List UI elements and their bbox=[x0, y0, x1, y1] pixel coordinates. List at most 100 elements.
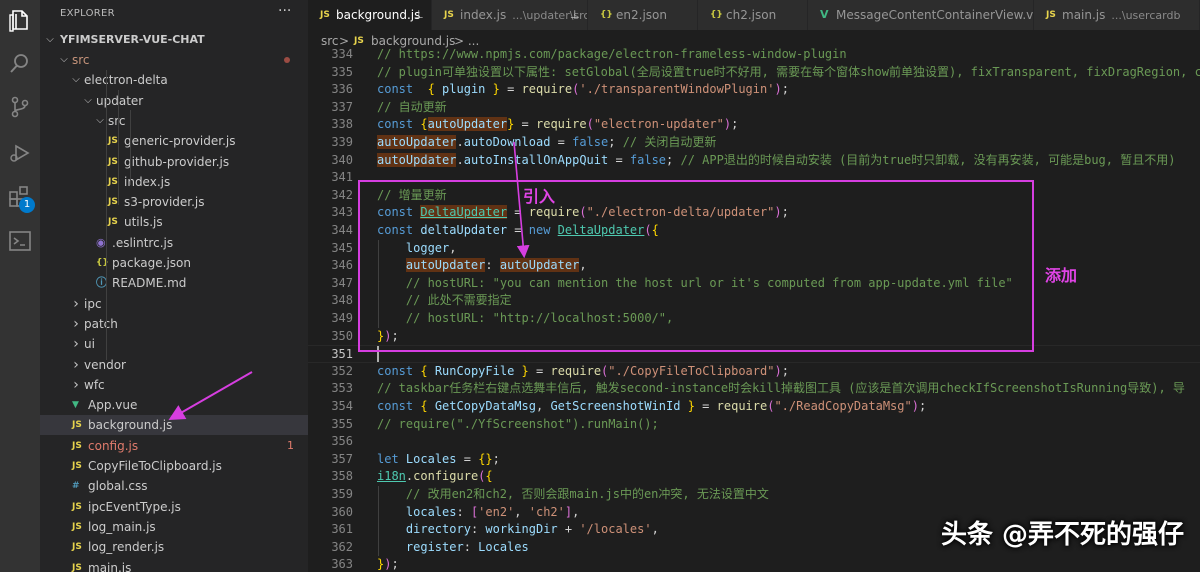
file-item[interactable]: JS background.js bbox=[40, 415, 308, 436]
code-line[interactable]: 334 // https://www.npmjs.com/package/elec… bbox=[308, 46, 1200, 64]
code-line[interactable]: 356 bbox=[308, 433, 1200, 451]
file-item[interactable]: ▼ App.vue bbox=[40, 395, 308, 415]
editor-tab[interactable]: JS main.js ...\usercardb bbox=[1034, 0, 1200, 30]
code-token: ; bbox=[781, 363, 789, 378]
code-line[interactable]: 352 const { RunCopyFile } = require("./Co… bbox=[308, 363, 1200, 381]
file-item[interactable]: JS CopyFileToClipboard.js bbox=[40, 456, 308, 476]
file-item[interactable]: JS generic-provider.js bbox=[40, 131, 308, 151]
file-item[interactable]: {} package.json bbox=[40, 253, 308, 273]
workspace-root[interactable]: ⌵ YFIMSERVER-VUE-CHAT bbox=[40, 30, 308, 50]
code-token: { bbox=[420, 117, 428, 132]
code-token: : bbox=[463, 539, 479, 554]
code-token: require bbox=[536, 117, 587, 132]
code-line[interactable]: 338 const {autoUpdater} = require("electr… bbox=[308, 116, 1200, 134]
code-line[interactable]: 336 const { plugin } = require('./transpa… bbox=[308, 81, 1200, 99]
line-number: 343 bbox=[331, 205, 353, 220]
code-token: , bbox=[651, 522, 659, 537]
folder-item[interactable]: › wfc bbox=[40, 375, 308, 395]
folder-label: updater bbox=[96, 93, 144, 108]
js-file-icon: JS bbox=[1046, 10, 1056, 20]
file-item[interactable]: JS ipcEventType.js bbox=[40, 497, 308, 517]
file-item[interactable]: JS main.js bbox=[40, 558, 308, 572]
code-line[interactable]: 354 const { GetCopyDataMsg, GetScreenshot… bbox=[308, 398, 1200, 416]
search-icon[interactable] bbox=[7, 51, 33, 77]
code-line[interactable]: 335 // plugin可单独设置以下属性: setGlobal(全局设置tru… bbox=[308, 64, 1200, 82]
code-token: // APP退出的时候自动安装 (目前为true时只卸载, 没有再安装, 可能是… bbox=[680, 152, 1176, 167]
files-icon[interactable] bbox=[7, 8, 33, 34]
code-line[interactable]: 337 // 自动更新 bbox=[308, 99, 1200, 117]
folder-item[interactable]: ⌵ updater bbox=[40, 91, 308, 111]
js-file-icon: JS bbox=[320, 10, 330, 20]
line-number: 339 bbox=[331, 135, 353, 149]
code-line[interactable]: 357 let Locales = {}; bbox=[308, 451, 1200, 469]
vue-file-icon: ▼ bbox=[72, 400, 79, 411]
editor-tab[interactable]: {} en2.json bbox=[588, 0, 698, 30]
folder-item[interactable]: › patch bbox=[40, 314, 308, 334]
run-debug-icon[interactable] bbox=[7, 140, 33, 166]
file-item[interactable]: JS s3-provider.js bbox=[40, 192, 308, 212]
line-number: 348 bbox=[331, 293, 353, 308]
tab-label: MessageContentContainerView.vue bbox=[836, 0, 1034, 30]
editor-tab[interactable]: {} ch2.json bbox=[698, 0, 808, 30]
file-item[interactable]: JS log_main.js bbox=[40, 517, 308, 537]
line-number: 356 bbox=[331, 434, 353, 449]
code-line[interactable]: 359 // 改用en2和ch2, 否则会跟main.js中的en冲突, 无法设… bbox=[308, 486, 1200, 504]
problem-count: 1 bbox=[287, 438, 294, 452]
more-actions-button[interactable]: ··· bbox=[278, 3, 291, 19]
source-control-icon[interactable] bbox=[7, 94, 33, 120]
code-line[interactable]: 355 // require("./YfScreenshot").runMain(… bbox=[308, 416, 1200, 434]
code-line[interactable]: 353 // taskbar任务栏右键点选舞丰信后, 触发second-insta… bbox=[308, 380, 1200, 398]
chevron-down-icon: ⌵ bbox=[46, 34, 54, 45]
tab-filename: MessageContentContainerView.vue bbox=[836, 8, 1034, 22]
folder-item[interactable]: ⌵ src bbox=[40, 50, 308, 70]
folder-item[interactable]: › ui bbox=[40, 334, 308, 354]
folder-item[interactable]: ⌵ src bbox=[40, 111, 308, 131]
file-label: generic-provider.js bbox=[124, 134, 236, 149]
code-text: // https://www.npmjs.com/package/electro… bbox=[377, 46, 847, 64]
code-text: const { RunCopyFile } = require("./CopyF… bbox=[377, 363, 789, 381]
file-item[interactable]: JS config.js 1 bbox=[40, 436, 308, 456]
editor-tab[interactable]: JS background.js ⊥ bbox=[308, 0, 432, 30]
code-line[interactable]: 339 autoUpdater.autoDownload = false; // … bbox=[308, 134, 1200, 152]
file-item[interactable]: JS index.js bbox=[40, 172, 308, 192]
file-item[interactable]: ◉ .eslintrc.js bbox=[40, 233, 308, 253]
file-label: log_main.js bbox=[88, 519, 156, 534]
editor-tab[interactable]: JS index.js ...\updater\src ⊥ bbox=[432, 0, 588, 30]
folder-item[interactable]: › vendor bbox=[40, 355, 308, 375]
file-item[interactable]: JS utils.js bbox=[40, 212, 308, 232]
add-annotation-label: 添加 bbox=[1045, 266, 1078, 285]
remote-explorer-icon[interactable] bbox=[7, 228, 33, 254]
tab-filename: background.js bbox=[336, 8, 421, 22]
folder-label: src bbox=[108, 113, 126, 128]
file-item[interactable]: JS github-provider.js bbox=[40, 152, 308, 172]
code-token: : bbox=[470, 522, 486, 537]
code-line[interactable]: 340 autoUpdater.autoInstallOnAppQuit = fa… bbox=[308, 152, 1200, 170]
file-item[interactable]: ⓘ README.md bbox=[40, 273, 308, 293]
css-file-icon: # bbox=[72, 481, 80, 492]
pin-icon[interactable]: ⊥ bbox=[414, 0, 424, 30]
code-line[interactable]: 363}); bbox=[308, 556, 1200, 572]
line-number: 354 bbox=[331, 399, 353, 413]
pin-icon[interactable]: ⊥ bbox=[570, 0, 580, 30]
editor-tab[interactable]: V MessageContentContainerView.vue bbox=[808, 0, 1034, 30]
chevron-right-icon: › bbox=[73, 295, 79, 312]
file-item[interactable]: JS log_render.js bbox=[40, 537, 308, 557]
code-text: let Locales = {}; bbox=[377, 451, 500, 469]
code-token: // require("./YfScreenshot").runMain(); bbox=[377, 416, 659, 431]
tab-label: background.js bbox=[336, 0, 420, 30]
line-number: 351 bbox=[331, 347, 353, 362]
folder-item[interactable]: › ipc bbox=[40, 294, 308, 314]
code-line[interactable]: 358 i18n.configure({ bbox=[308, 468, 1200, 486]
code-token: {} bbox=[478, 451, 493, 466]
folder-label: src bbox=[72, 53, 90, 67]
code-token: const bbox=[377, 363, 414, 378]
folder-item[interactable]: ⌵ electron-delta bbox=[40, 70, 308, 90]
file-label: s3-provider.js bbox=[124, 195, 205, 210]
code-token: ) bbox=[774, 82, 782, 97]
tree-indent-guide bbox=[130, 110, 131, 185]
file-item[interactable]: # global.css bbox=[40, 476, 308, 496]
line-number: 360 bbox=[331, 504, 353, 519]
